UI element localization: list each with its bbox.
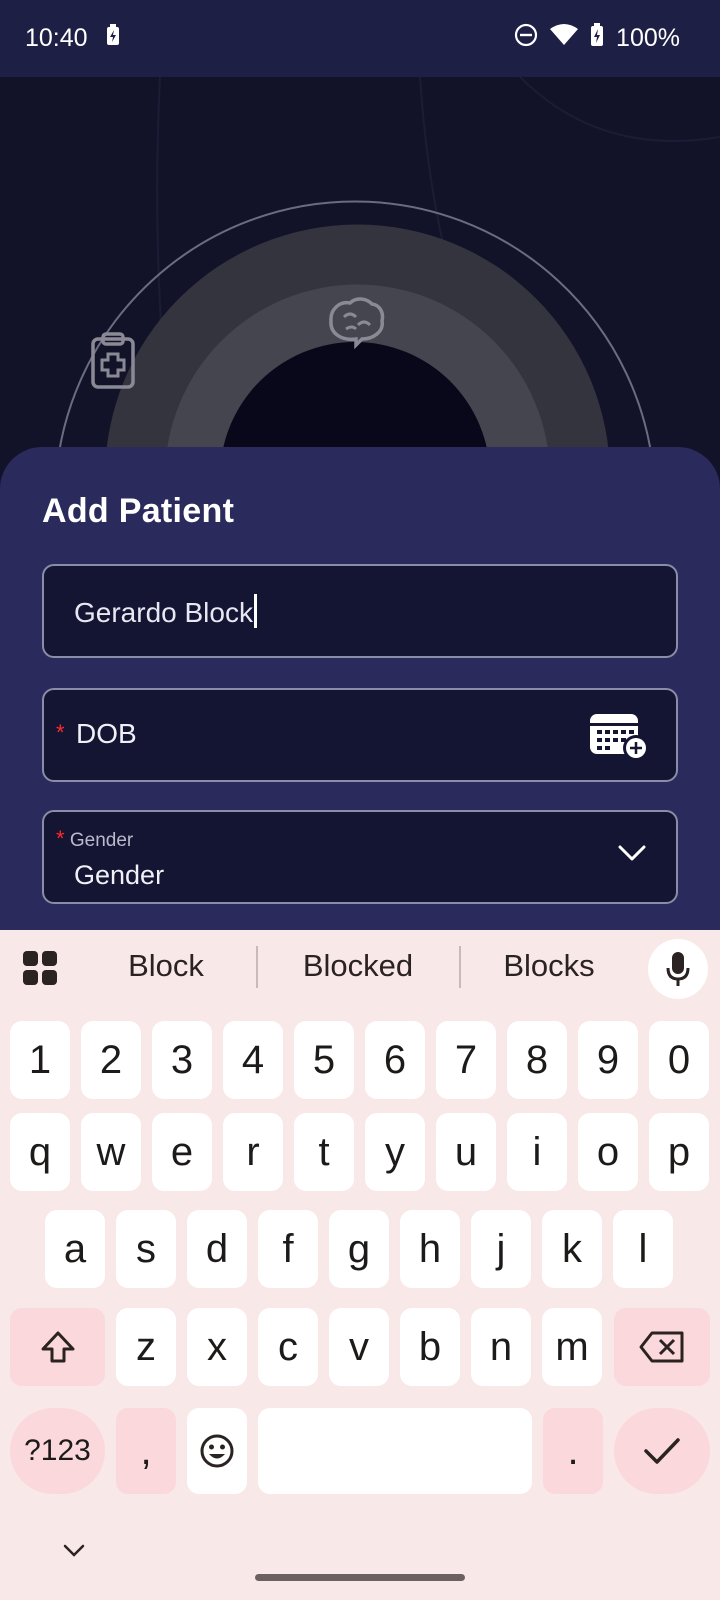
calendar-add-icon[interactable] (588, 710, 650, 767)
shift-icon (41, 1331, 74, 1363)
suggestion-1[interactable]: Block (96, 948, 236, 984)
status-time: 10:40 (25, 24, 88, 52)
key-8[interactable]: 8 (507, 1021, 567, 1099)
key-z[interactable]: z (116, 1308, 176, 1386)
key-h[interactable]: h (400, 1210, 460, 1288)
space-key[interactable] (258, 1408, 532, 1494)
key-2[interactable]: 2 (81, 1021, 141, 1099)
enter-key[interactable] (614, 1408, 710, 1494)
key-d[interactable]: d (187, 1210, 247, 1288)
backspace-icon (639, 1331, 684, 1363)
key-9[interactable]: 9 (578, 1021, 638, 1099)
key-0[interactable]: 0 (649, 1021, 709, 1099)
add-patient-sheet: Add Patient Gerardo Block * DOB * Gender… (0, 447, 720, 930)
key-3[interactable]: 3 (152, 1021, 212, 1099)
key-x[interactable]: x (187, 1308, 247, 1386)
emoji-icon (200, 1434, 234, 1468)
key-4[interactable]: 4 (223, 1021, 283, 1099)
key-c[interactable]: c (258, 1308, 318, 1386)
soft-keyboard: Block Blocked Blocks 1 2 3 4 5 6 7 8 9 0… (0, 930, 720, 1600)
key-y[interactable]: y (365, 1113, 425, 1191)
key-7[interactable]: 7 (436, 1021, 496, 1099)
wifi-icon (550, 24, 579, 53)
apps-grid-icon[interactable] (22, 950, 58, 991)
key-w[interactable]: w (81, 1113, 141, 1191)
key-k[interactable]: k (542, 1210, 602, 1288)
key-b[interactable]: b (400, 1308, 460, 1386)
gender-floating-label: * Gender (56, 826, 134, 851)
key-e[interactable]: e (152, 1113, 212, 1191)
emoji-key[interactable] (187, 1408, 247, 1494)
comma-key[interactable]: , (116, 1408, 176, 1494)
battery-icon (590, 23, 604, 54)
gender-value: Gender (74, 860, 165, 890)
key-j[interactable]: j (471, 1210, 531, 1288)
patient-name-field[interactable]: Gerardo Block (42, 564, 678, 658)
microphone-button[interactable] (648, 939, 708, 999)
status-bar: 10:40 100% (0, 0, 720, 77)
home-gesture-bar[interactable] (255, 1574, 465, 1581)
gender-select[interactable]: * Gender Gender (42, 810, 678, 904)
battery-charging-icon (106, 24, 120, 53)
key-m[interactable]: m (542, 1308, 602, 1386)
key-1[interactable]: 1 (10, 1021, 70, 1099)
key-s[interactable]: s (116, 1210, 176, 1288)
key-t[interactable]: t (294, 1113, 354, 1191)
key-a[interactable]: a (45, 1210, 105, 1288)
suggestion-divider (459, 946, 461, 988)
shift-key[interactable] (10, 1308, 105, 1386)
checkmark-icon (644, 1438, 680, 1464)
patient-name-value[interactable]: Gerardo Block (74, 594, 257, 629)
backspace-key[interactable] (614, 1308, 710, 1386)
key-r[interactable]: r (223, 1113, 283, 1191)
microphone-icon (666, 952, 690, 986)
sheet-title: Add Patient (42, 492, 235, 530)
suggestion-2[interactable]: Blocked (276, 948, 440, 984)
key-n[interactable]: n (471, 1308, 531, 1386)
suggestion-3[interactable]: Blocks (478, 948, 620, 984)
key-p[interactable]: p (649, 1113, 709, 1191)
status-right: 100% (514, 23, 680, 54)
key-q[interactable]: q (10, 1113, 70, 1191)
do-not-disturb-icon (514, 23, 538, 54)
dob-required-mark: * (56, 720, 65, 745)
chevron-down-icon[interactable] (618, 844, 646, 867)
status-left: 10:40 (25, 24, 120, 53)
hero-illustration (0, 77, 720, 477)
key-l[interactable]: l (613, 1210, 673, 1288)
key-6[interactable]: 6 (365, 1021, 425, 1099)
key-i[interactable]: i (507, 1113, 567, 1191)
key-g[interactable]: g (329, 1210, 389, 1288)
hide-keyboard-icon[interactable] (62, 1542, 86, 1563)
symbols-key[interactable]: ?123 (10, 1408, 105, 1494)
key-v[interactable]: v (329, 1308, 389, 1386)
dob-field[interactable]: * DOB (42, 688, 678, 782)
dob-label: DOB (76, 718, 137, 749)
suggestion-divider (256, 946, 258, 988)
text-cursor (253, 594, 257, 628)
key-f[interactable]: f (258, 1210, 318, 1288)
key-u[interactable]: u (436, 1113, 496, 1191)
suggestion-bar: Block Blocked Blocks (0, 930, 720, 1008)
period-key[interactable]: . (543, 1408, 603, 1494)
key-5[interactable]: 5 (294, 1021, 354, 1099)
battery-percent: 100% (616, 24, 680, 52)
key-o[interactable]: o (578, 1113, 638, 1191)
